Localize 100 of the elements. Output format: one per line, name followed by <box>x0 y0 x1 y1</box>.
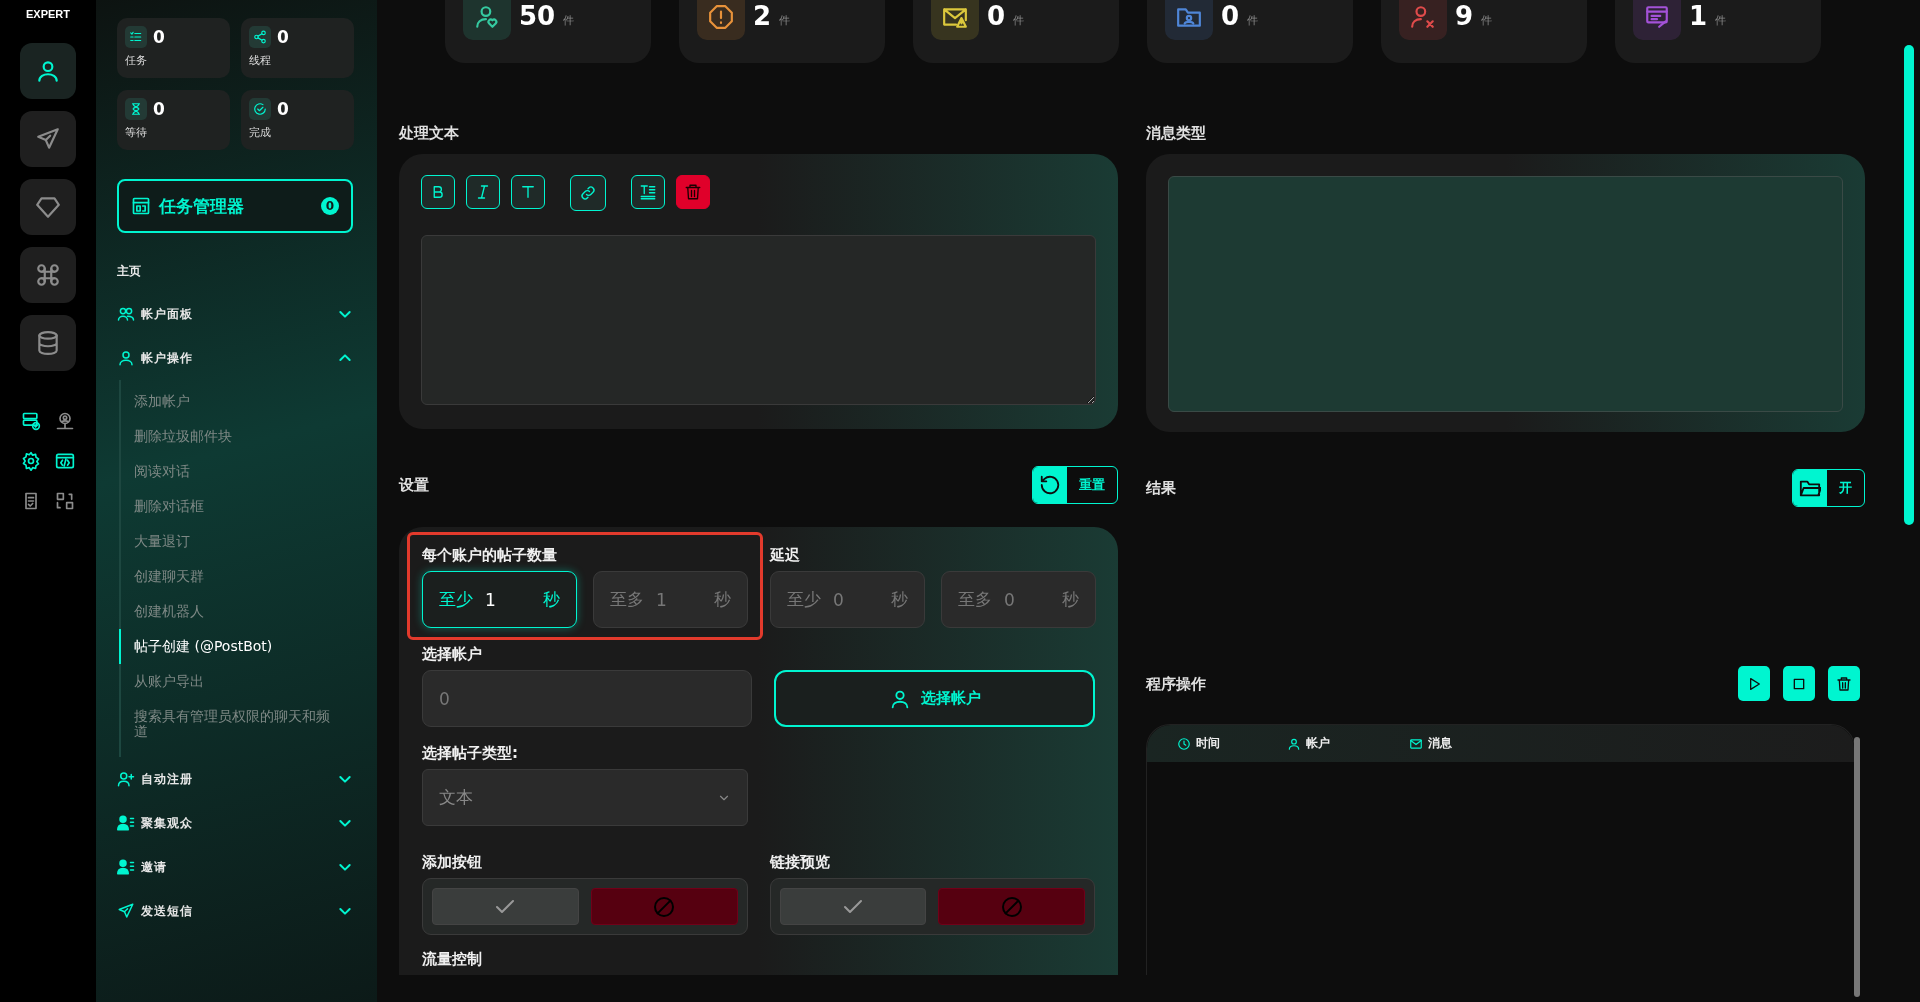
text-input-area[interactable] <box>421 235 1096 405</box>
number-field[interactable]: 至多 1 秒 <box>593 571 748 628</box>
user-network-icon[interactable] <box>55 411 75 431</box>
stat-unit: 件 <box>1013 13 1025 28</box>
database-icon <box>35 330 61 356</box>
section-title: 消息类型 <box>1146 123 1207 144</box>
stat-value: 50 <box>519 1 556 31</box>
trash-icon <box>1836 675 1852 692</box>
count-badge: 0 <box>321 197 339 215</box>
menu-item[interactable]: 删除垃圾邮件块 <box>119 419 353 454</box>
menu-item[interactable]: 大量退订 <box>119 524 353 559</box>
menu-item[interactable]: 阅读对话 <box>119 454 353 489</box>
section-title: 程序操作 <box>1146 673 1206 695</box>
field-label: 每个账户的帖子数量 <box>422 545 558 565</box>
text-block-button[interactable] <box>631 175 665 209</box>
section-title: 处理文本 <box>399 123 460 144</box>
column-header: 消息 <box>1428 735 1452 752</box>
command-icon <box>35 262 61 288</box>
menu-group[interactable]: 帐户面板 <box>117 292 353 336</box>
menu-group[interactable]: 聚集观众 <box>117 801 353 845</box>
rail-button[interactable] <box>20 111 76 167</box>
menu-group[interactable]: 帐户操作 <box>117 336 353 380</box>
stat-label: 任务 <box>125 53 148 68</box>
stat-value: 0 <box>153 27 165 47</box>
stat-label: 完成 <box>249 125 272 140</box>
clock-icon <box>1177 736 1191 751</box>
stat-value: 0 <box>277 27 289 47</box>
menu-item[interactable]: 删除对话框 <box>119 489 353 524</box>
text-button[interactable] <box>511 175 545 209</box>
stat-unit: 件 <box>1247 13 1259 28</box>
trash-icon <box>684 183 702 201</box>
bold-button[interactable] <box>421 175 455 209</box>
hourglass-icon <box>129 102 143 116</box>
stat-value: 0 <box>277 99 289 119</box>
ban-icon <box>999 894 1024 919</box>
task-manager-button[interactable]: 任务管理器 0 <box>117 179 353 233</box>
stop-button[interactable] <box>1783 666 1815 701</box>
section-heading: 主页 <box>117 263 142 280</box>
field-label: 添加按钮 <box>422 852 483 872</box>
stat-label: 等待 <box>125 125 148 140</box>
checklist-icon <box>129 30 143 44</box>
code-window-icon[interactable] <box>55 451 75 471</box>
number-field[interactable]: 至多 0 秒 <box>941 571 1096 628</box>
menu-item[interactable]: 添加帐户 <box>119 384 353 419</box>
menu-item[interactable]: 帖子创建 (@PostBot) <box>119 629 353 664</box>
select-account-button[interactable]: 选择帐户 <box>774 670 1095 727</box>
field-label: 选择帐户 <box>422 644 483 664</box>
link-icon <box>579 184 597 202</box>
post-type-dropdown[interactable]: 文本 <box>422 769 748 826</box>
stat-value: 0 <box>987 1 1006 31</box>
section-title: 设置 <box>399 475 429 496</box>
field-label: 选择帖子类型: <box>422 743 519 763</box>
play-button[interactable] <box>1738 666 1770 701</box>
menu-group-label: 帐户面板 <box>141 305 194 323</box>
rail-button[interactable] <box>20 179 76 235</box>
menu-group[interactable]: 发送短信 <box>117 889 353 933</box>
stat-value: 9 <box>1455 1 1474 31</box>
server-icon[interactable] <box>21 411 41 431</box>
user-icon <box>1287 736 1301 751</box>
rail-button[interactable] <box>20 315 76 371</box>
reset-icon <box>1039 474 1061 496</box>
link-button[interactable] <box>570 175 606 211</box>
stat-unit: 件 <box>563 13 575 28</box>
menu-group-label: 帐户操作 <box>141 349 194 367</box>
user-list-icon <box>117 858 135 876</box>
menu-group[interactable]: 自动注册 <box>117 757 353 801</box>
menu-group-label: 邀请 <box>141 858 168 876</box>
delete-button[interactable] <box>676 175 710 209</box>
stat-unit: 件 <box>779 13 791 28</box>
number-field[interactable]: 至少 0 秒 <box>770 571 925 628</box>
text-icon <box>519 183 537 201</box>
field-label: 流量控制 <box>422 949 483 969</box>
menu-item[interactable]: 创建聊天群 <box>119 559 353 594</box>
section-title: 结果 <box>1146 478 1176 499</box>
logo-text: EXPERT <box>26 8 70 20</box>
clear-button[interactable] <box>1828 666 1860 701</box>
stat-value: 1 <box>1689 1 1708 31</box>
italic-button[interactable] <box>466 175 500 209</box>
stat-unit: 件 <box>1481 13 1493 28</box>
settings-icon[interactable] <box>21 451 41 471</box>
menu-group-label: 自动注册 <box>141 770 194 788</box>
menu-item[interactable]: 搜索具有管理员权限的聊天和频道 <box>119 699 353 749</box>
rail-button[interactable] <box>20 247 76 303</box>
swap-icon[interactable] <box>55 491 75 511</box>
stat-label: 线程 <box>249 53 272 68</box>
diamond-icon <box>35 194 61 220</box>
rail-button[interactable] <box>20 43 76 99</box>
users-icon <box>117 305 135 323</box>
reset-button[interactable]: 重置 <box>1032 466 1118 504</box>
user-icon <box>35 58 61 84</box>
column-header: 时间 <box>1196 735 1220 752</box>
open-button[interactable]: 开 <box>1792 469 1865 507</box>
account-count-field[interactable]: 0 <box>422 670 753 727</box>
share-icon <box>253 30 267 44</box>
number-field[interactable]: 至少 1 秒 <box>422 571 577 628</box>
menu-item[interactable]: 创建机器人 <box>119 594 353 629</box>
user-icon <box>117 349 135 367</box>
menu-group-label: 发送短信 <box>141 902 194 920</box>
menu-group[interactable]: 邀请 <box>117 845 353 889</box>
menu-item[interactable]: 从账户导出 <box>119 664 353 699</box>
